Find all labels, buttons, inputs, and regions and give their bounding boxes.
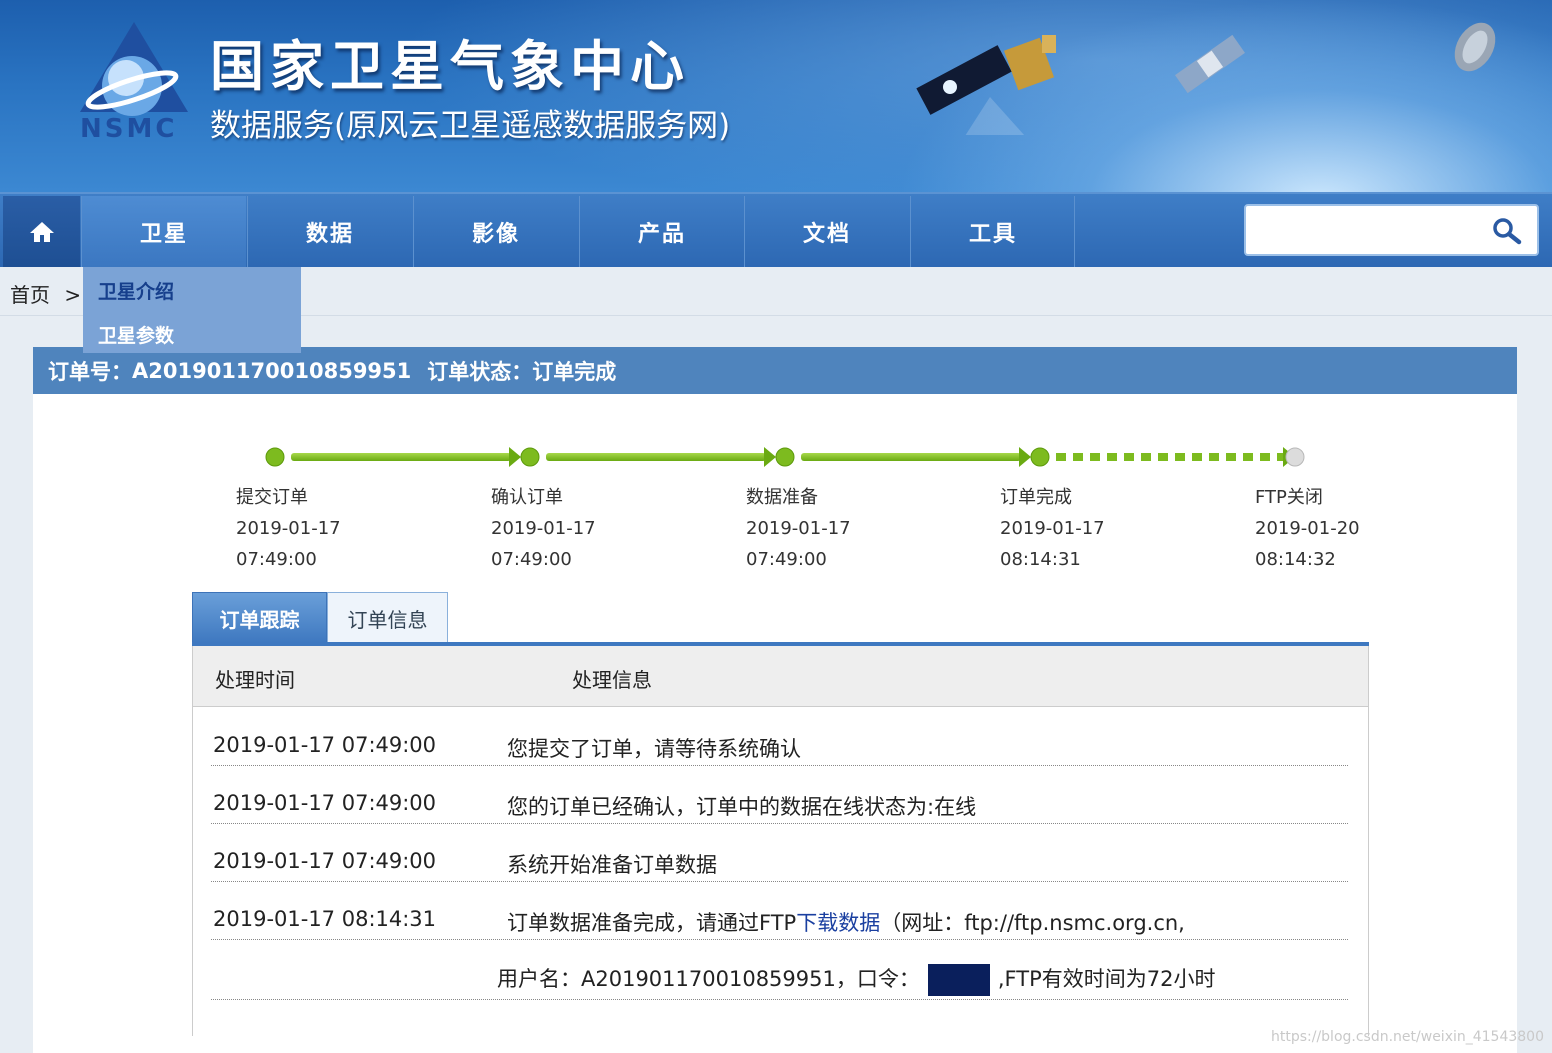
step-name: 数据准备 [746,487,818,508]
step-name: 确认订单 [491,487,563,508]
step-dot-5 [1285,447,1305,467]
satellite-illustration-3 [1454,22,1496,72]
progress-segment-2 [546,447,776,467]
dropdown-item-satellite-params[interactable]: 卫星参数 [98,321,174,348]
row-message: 系统开始准备订单数据 [507,853,717,877]
message-text: ,FTP有效时间为72小时 [997,967,1216,991]
site-title: 国家卫星气象中心 [210,35,690,98]
step-dot-3 [775,447,795,467]
step-name: 订单完成 [1000,487,1072,508]
step-confirm: 确认订单 2019-01-17 07:49:00 [491,482,596,575]
main-nav: 卫星 数据 影像 产品 文档 工具 [0,192,1552,267]
step-ftp-close: FTP关闭 2019-01-20 08:14:32 [1255,482,1360,575]
header-banner: NSMC 国家卫星气象中心 数据服务(原风云卫星遥感数据服务网) [0,0,1552,192]
table-row: 用户名：A201901170010859951，口令： ,FTP有效时间为72小时 [211,939,1348,1000]
message-text: 用户名：A201901170010859951，口令： [497,967,920,991]
nav-item-tools[interactable]: 工具 [910,196,1075,267]
order-progress-track [265,447,1305,467]
breadcrumb-home-link[interactable]: 首页 [10,283,50,307]
step-dot-1 [265,447,285,467]
step-prepare: 数据准备 2019-01-17 07:49:00 [746,482,851,575]
step-time: 07:49:00 [746,549,827,570]
message-text: 订单数据准备完成，请通过FTP [507,911,797,935]
step-time: 07:49:00 [236,549,317,570]
order-number: A201901170010859951 [132,358,412,383]
progress-segment-4-dashed [1056,447,1295,467]
satellite-dropdown-menu: 卫星介绍 卫星参数 [83,267,301,353]
table-header: 处理时间 处理信息 [192,646,1369,706]
table-row: 2019-01-17 07:49:00 您提交了订单，请等待系统确认 [211,707,1348,766]
search-box [1244,204,1539,256]
nav-item-documents[interactable]: 文档 [744,196,909,267]
order-header: 订单号： A201901170010859951 订单状态： 订单完成 [33,347,1517,394]
nav-item-satellite[interactable]: 卫星 [81,196,246,267]
row-message: 您的订单已经确认，订单中的数据在线状态为:在线 [507,795,977,819]
progress-segment-3 [801,447,1031,467]
breadcrumb-separator: > [64,283,82,307]
tab-order-tracking[interactable]: 订单跟踪 [192,592,327,644]
satellite-illustration-1 [916,35,1056,135]
tab-order-info[interactable]: 订单信息 [327,592,448,644]
step-date: 2019-01-17 [236,518,341,539]
progress-segment-1 [291,447,521,467]
step-dot-2 [520,447,540,467]
step-complete: 订单完成 2019-01-17 08:14:31 [1000,482,1105,575]
home-icon [29,221,54,242]
row-time: 2019-01-17 07:49:00 [213,733,437,757]
step-date: 2019-01-20 [1255,518,1360,539]
table-row: 2019-01-17 08:14:31 订单数据准备完成，请通过FTP下载数据（… [211,881,1348,940]
watermark: https://blog.csdn.net/weixin_41543800 [1270,1029,1544,1045]
table-row: 2019-01-17 07:49:00 您的订单已经确认，订单中的数据在线状态为… [211,765,1348,824]
row-time: 2019-01-17 07:49:00 [213,849,437,873]
order-number-label: 订单号： [48,359,132,384]
row-message: 订单数据准备完成，请通过FTP下载数据（网址：ftp://ftp.nsmc.or… [507,907,1185,937]
step-dot-4 [1030,447,1050,467]
step-date: 2019-01-17 [491,518,596,539]
row-time: 2019-01-17 07:49:00 [213,791,437,815]
nav-item-data[interactable]: 数据 [247,196,412,267]
download-data-link[interactable]: 下载数据 [796,911,880,935]
logo-text: NSMC [80,114,177,142]
column-header-info: 处理信息 [572,668,652,692]
step-submit: 提交订单 2019-01-17 07:49:00 [236,482,341,575]
table-row: 2019-01-17 07:49:00 系统开始准备订单数据 [211,823,1348,882]
step-time: 08:14:31 [1000,549,1081,570]
nav-divider [1074,196,1075,267]
step-time: 08:14:32 [1255,549,1336,570]
search-input[interactable] [1254,214,1488,248]
row-message: 用户名：A201901170010859951，口令： ,FTP有效时间为72小时 [497,963,1215,996]
order-panel: 订单号： A201901170010859951 订单状态： 订单完成 提交订单… [33,347,1517,1053]
breadcrumb: 首页 > [10,279,81,308]
step-name: FTP关闭 [1255,487,1323,508]
site-subtitle: 数据服务(原风云卫星遥感数据服务网) [210,108,731,144]
nav-item-imagery[interactable]: 影像 [413,196,578,267]
satellite-illustration-2 [1175,34,1245,94]
step-date: 2019-01-17 [1000,518,1105,539]
nav-item-products[interactable]: 产品 [579,196,744,267]
order-status-label: 订单状态： [427,359,533,384]
step-date: 2019-01-17 [746,518,851,539]
step-name: 提交订单 [236,487,308,508]
tracking-table: 2019-01-17 07:49:00 您提交了订单，请等待系统确认 2019-… [192,706,1369,1036]
row-message: 您提交了订单，请等待系统确认 [507,737,801,761]
search-icon[interactable] [1491,216,1523,246]
redacted-password [927,964,990,996]
step-time: 07:49:00 [491,549,572,570]
nsmc-logo[interactable]: NSMC [78,20,190,142]
dropdown-item-satellite-intro[interactable]: 卫星介绍 [98,277,174,304]
message-text: （网址：ftp://ftp.nsmc.org.cn, [880,911,1185,935]
row-time: 2019-01-17 08:14:31 [213,907,437,931]
column-header-time: 处理时间 [215,668,295,692]
order-status: 订单完成 [532,359,617,384]
nav-home-button[interactable] [3,196,80,267]
